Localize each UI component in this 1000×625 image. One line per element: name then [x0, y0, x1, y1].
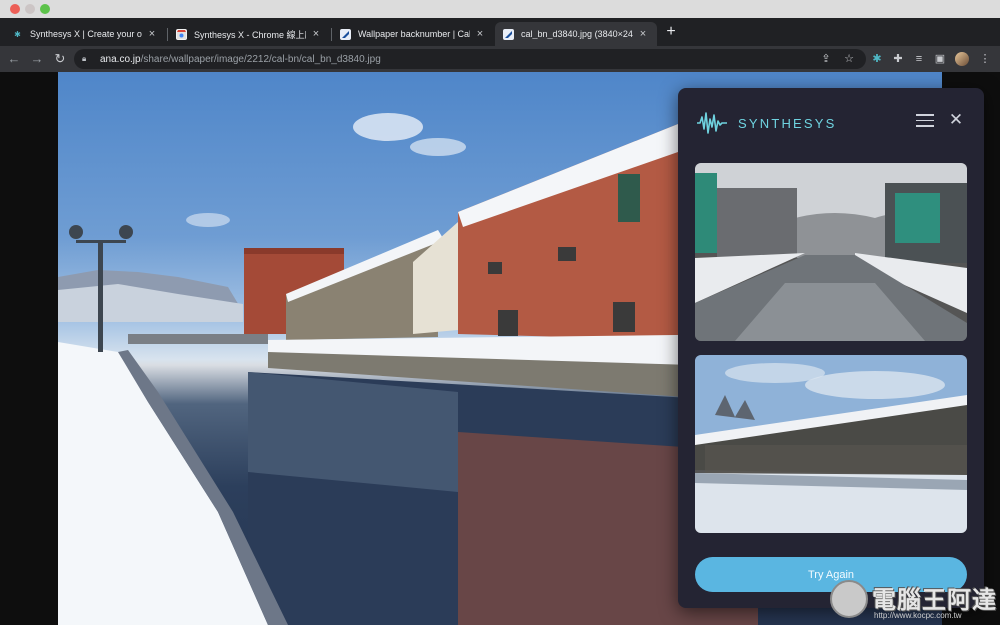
- side-panel-icon[interactable]: ▣: [931, 50, 949, 68]
- share-icon[interactable]: ⇪: [819, 52, 833, 66]
- brand-name: SYNTHESYS: [738, 115, 837, 131]
- forward-arrow-icon[interactable]: →: [28, 49, 46, 69]
- generated-image-1[interactable]: [695, 163, 967, 341]
- tab-wallpaper-image[interactable]: cal_bn_d3840.jpg (3840×2400) ×: [495, 22, 657, 46]
- page-viewport: SYNTHESYS ✕ Try Again 電腦王阿達 http://www.k…: [0, 72, 1000, 625]
- watermark-url: http://www.kocpc.com.tw: [874, 611, 962, 620]
- tab-chrome-web-store[interactable]: Synthesys X - Chrome 線上應用 ×: [168, 22, 330, 46]
- lock-icon: 🔒︎: [82, 54, 87, 63]
- window-titlebar: [0, 0, 1000, 18]
- synthesys-panel: SYNTHESYS ✕ Try Again: [678, 88, 984, 608]
- window-minimize-button[interactable]: [25, 4, 35, 14]
- synthesys-logo: SYNTHESYS: [696, 110, 837, 136]
- url-host: ana.co.jp: [100, 53, 141, 65]
- synthesys-extension-icon[interactable]: ✱: [868, 50, 886, 68]
- watermark-title: 電腦王阿達: [872, 587, 997, 614]
- chrome-web-store-icon: [176, 28, 187, 40]
- ana-favicon-icon: [503, 28, 514, 40]
- generated-canal-illustration: [695, 163, 967, 341]
- new-tab-button[interactable]: +: [664, 21, 678, 43]
- tab-close-icon[interactable]: ×: [146, 28, 158, 40]
- synthesys-favicon-icon: ✱: [14, 29, 21, 39]
- tab-strip: ✱ Synthesys X | Create your own × Synthe…: [0, 18, 1000, 46]
- window-close-button[interactable]: [10, 4, 20, 14]
- tab-close-icon[interactable]: ×: [637, 28, 649, 40]
- hamburger-menu-icon[interactable]: [916, 114, 934, 128]
- window-maximize-button[interactable]: [40, 4, 50, 14]
- extensions-puzzle-icon[interactable]: ✚: [889, 50, 907, 68]
- tab-title: Synthesys X - Chrome 線上應用: [194, 29, 306, 40]
- tab-wallpaper-backnumber[interactable]: Wallpaper backnumber | Calen ×: [332, 22, 494, 46]
- generated-image-2[interactable]: [695, 355, 967, 533]
- tab-close-icon[interactable]: ×: [310, 28, 322, 40]
- soundwave-logo-icon: [697, 112, 727, 134]
- back-arrow-icon[interactable]: ←: [5, 49, 23, 69]
- url-path: /share/wallpaper/image/2212/cal-bn/cal_b…: [140, 53, 381, 65]
- more-menu-icon[interactable]: ⋮: [976, 50, 994, 68]
- browser-toolbar: ← → ↻ 🔒︎ ana.co.jp/share/wallpaper/image…: [0, 46, 1000, 72]
- tab-synthesys[interactable]: ✱ Synthesys X | Create your own ×: [4, 22, 166, 46]
- profile-avatar[interactable]: [955, 52, 969, 66]
- mascot-logo: [830, 580, 868, 618]
- ana-favicon-icon: [340, 28, 351, 40]
- bookmark-star-icon[interactable]: ☆: [842, 52, 856, 66]
- tab-title: Wallpaper backnumber | Calen: [358, 29, 470, 39]
- generated-riverside-illustration: [695, 355, 967, 533]
- reload-icon[interactable]: ↻: [51, 49, 69, 69]
- close-icon[interactable]: ✕: [948, 111, 964, 128]
- tab-title: Synthesys X | Create your own: [30, 29, 142, 39]
- address-bar[interactable]: 🔒︎ ana.co.jp/share/wallpaper/image/2212/…: [74, 49, 866, 69]
- tab-close-icon[interactable]: ×: [474, 28, 486, 40]
- site-watermark: 電腦王阿達 http://www.kocpc.com.tw: [826, 578, 998, 624]
- tab-title: cal_bn_d3840.jpg (3840×2400): [521, 29, 633, 39]
- reading-list-icon[interactable]: ≡: [910, 50, 928, 68]
